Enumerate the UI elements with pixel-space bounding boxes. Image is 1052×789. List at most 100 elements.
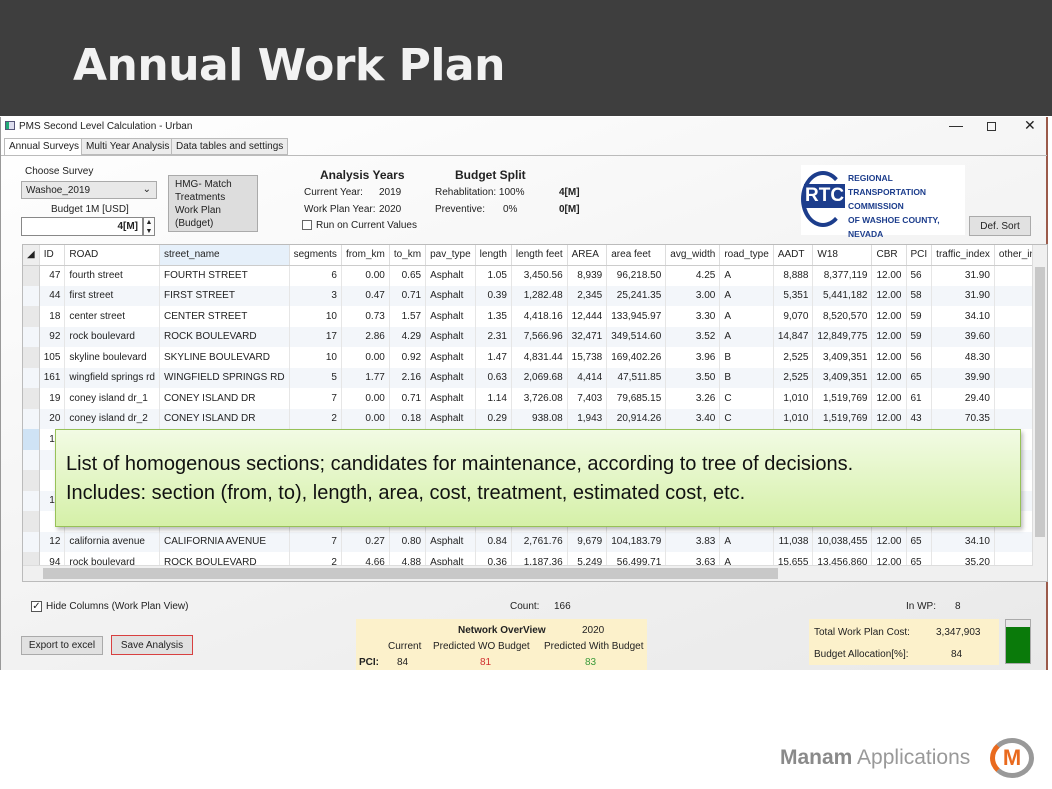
- cell-id[interactable]: 12: [39, 531, 66, 552]
- column-header[interactable]: AREA: [567, 245, 608, 266]
- cell-length[interactable]: 1.14: [475, 388, 512, 409]
- cell-segments[interactable]: 5: [289, 367, 342, 388]
- sections-grid[interactable]: ◢ ID ROAD street_name segments from_km to_km pa…: [22, 244, 1048, 582]
- budget-input[interactable]: 4[M]: [21, 217, 143, 236]
- cell-id[interactable]: 47: [39, 265, 66, 286]
- cell-avg-width[interactable]: 3.26: [665, 388, 721, 409]
- cell-from-km[interactable]: 0.00: [341, 347, 390, 368]
- row-header[interactable]: [23, 326, 40, 347]
- cell-street-name[interactable]: WINGFIELD SPRINGS RD: [159, 367, 290, 388]
- cell-aadt[interactable]: 9,070: [773, 306, 814, 327]
- cell-road-type[interactable]: A: [719, 306, 774, 327]
- cell-traffic-index[interactable]: 34.10: [931, 531, 995, 552]
- cell-aadt[interactable]: 5,351: [773, 285, 814, 306]
- cell-pav-type[interactable]: Asphalt: [425, 408, 476, 429]
- cell-w18[interactable]: 8,377,119: [812, 265, 873, 286]
- cell-length[interactable]: 0.84: [475, 531, 512, 552]
- cell-road-type[interactable]: C: [719, 388, 774, 409]
- cell-length-feet[interactable]: 3,726.08: [511, 388, 568, 409]
- cell-length[interactable]: 1.35: [475, 306, 512, 327]
- row-header[interactable]: [23, 265, 40, 286]
- cell-area[interactable]: 15,738: [567, 347, 608, 368]
- cell-area[interactable]: 2,345: [567, 285, 608, 306]
- cell-traffic-index[interactable]: 29.40: [931, 388, 995, 409]
- cell-road[interactable]: center street: [64, 306, 160, 327]
- cell-from-km[interactable]: 1.77: [341, 367, 390, 388]
- cell-pci[interactable]: 58: [906, 285, 933, 306]
- row-header[interactable]: [23, 531, 40, 552]
- column-header[interactable]: W18: [812, 245, 873, 266]
- cell-w18[interactable]: 5,441,182: [812, 285, 873, 306]
- cell-area[interactable]: 32,471: [567, 326, 608, 347]
- cell-w18[interactable]: 12,849,775: [812, 326, 873, 347]
- cell-from-km[interactable]: 0.47: [341, 285, 390, 306]
- vertical-scrollbar[interactable]: [1032, 245, 1047, 581]
- cell-area[interactable]: 1,943: [567, 408, 608, 429]
- cell-from-km[interactable]: 0.00: [341, 265, 390, 286]
- cell-cbr[interactable]: 12.00: [871, 326, 907, 347]
- cell-road[interactable]: skyline boulevard: [64, 347, 160, 368]
- cell-area-feet[interactable]: 47,511.85: [606, 367, 667, 388]
- cell-pav-type[interactable]: Asphalt: [425, 347, 476, 368]
- table-row[interactable]: 20 coney island dr_2 CONEY ISLAND DR 2 0.00 0…: [23, 408, 1047, 429]
- cell-street-name[interactable]: CALIFORNIA AVENUE: [159, 531, 290, 552]
- select-all-corner[interactable]: ◢: [23, 245, 40, 266]
- cell-road[interactable]: fourth street: [64, 265, 160, 286]
- row-header[interactable]: [23, 408, 40, 429]
- cell-pci[interactable]: 65: [906, 531, 933, 552]
- column-header[interactable]: length: [475, 245, 512, 266]
- cell-cbr[interactable]: 12.00: [871, 265, 907, 286]
- row-header[interactable]: [23, 429, 40, 450]
- cell-road-type[interactable]: B: [719, 367, 774, 388]
- cell-pci[interactable]: 59: [906, 326, 933, 347]
- horizontal-scrollbar[interactable]: [23, 565, 1033, 581]
- cell-w18[interactable]: 3,409,351: [812, 367, 873, 388]
- cell-to-km[interactable]: 2.16: [389, 367, 427, 388]
- cell-w18[interactable]: 10,038,455: [812, 531, 873, 552]
- cell-pci[interactable]: 43: [906, 408, 933, 429]
- cell-aadt[interactable]: 1,010: [773, 408, 814, 429]
- tab-annual-surveys[interactable]: Annual Surveys: [4, 138, 85, 156]
- cell-avg-width[interactable]: 3.50: [665, 367, 721, 388]
- table-row[interactable]: 92 rock boulevard ROCK BOULEVARD 17 2.86 4.29…: [23, 326, 1047, 347]
- cell-pav-type[interactable]: Asphalt: [425, 388, 476, 409]
- row-header[interactable]: [23, 306, 40, 327]
- cell-road[interactable]: coney island dr_1: [64, 388, 160, 409]
- cell-aadt[interactable]: 2,525: [773, 367, 814, 388]
- cell-pci[interactable]: 56: [906, 265, 933, 286]
- cell-road-type[interactable]: A: [719, 285, 774, 306]
- cell-street-name[interactable]: FOURTH STREET: [159, 265, 290, 286]
- column-header[interactable]: street_name: [159, 245, 290, 266]
- cell-segments[interactable]: 10: [289, 347, 342, 368]
- tab-multi-year-analysis[interactable]: Multi Year Analysis: [81, 138, 175, 155]
- cell-pci[interactable]: 59: [906, 306, 933, 327]
- cell-road[interactable]: coney island dr_2: [64, 408, 160, 429]
- cell-length[interactable]: 0.29: [475, 408, 512, 429]
- cell-w18[interactable]: 3,409,351: [812, 347, 873, 368]
- cell-street-name[interactable]: FIRST STREET: [159, 285, 290, 306]
- cell-road[interactable]: california avenue: [64, 531, 160, 552]
- row-header[interactable]: [23, 449, 40, 470]
- cell-traffic-index[interactable]: 48.30: [931, 347, 995, 368]
- column-header[interactable]: segments: [289, 245, 342, 266]
- cell-pci[interactable]: 65: [906, 367, 933, 388]
- cell-area[interactable]: 8,939: [567, 265, 608, 286]
- column-header[interactable]: road_type: [719, 245, 774, 266]
- cell-segments[interactable]: 2: [289, 408, 342, 429]
- table-row[interactable]: 19 coney island dr_1 CONEY ISLAND DR 7 0.00 0…: [23, 388, 1047, 409]
- cell-id[interactable]: 44: [39, 285, 66, 306]
- cell-area-feet[interactable]: 104,183.79: [606, 531, 667, 552]
- cell-traffic-index[interactable]: 70.35: [931, 408, 995, 429]
- row-header[interactable]: [23, 490, 40, 511]
- cell-length-feet[interactable]: 3,450.56: [511, 265, 568, 286]
- cell-traffic-index[interactable]: 39.60: [931, 326, 995, 347]
- cell-aadt[interactable]: 11,038: [773, 531, 814, 552]
- cell-length[interactable]: 1.47: [475, 347, 512, 368]
- cell-cbr[interactable]: 12.00: [871, 306, 907, 327]
- cell-area[interactable]: 4,414: [567, 367, 608, 388]
- column-header[interactable]: pav_type: [425, 245, 476, 266]
- cell-to-km[interactable]: 4.29: [389, 326, 427, 347]
- hide-columns-checkbox[interactable]: ✓: [31, 601, 42, 612]
- cell-length[interactable]: 0.63: [475, 367, 512, 388]
- cell-segments[interactable]: 7: [289, 531, 342, 552]
